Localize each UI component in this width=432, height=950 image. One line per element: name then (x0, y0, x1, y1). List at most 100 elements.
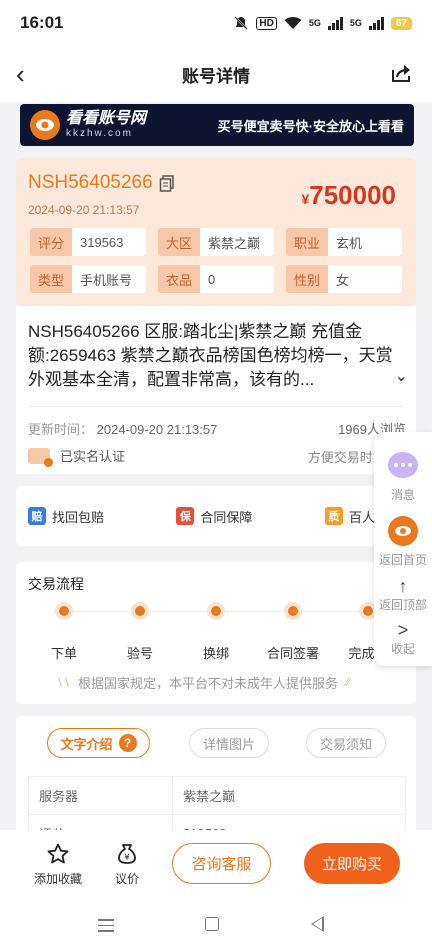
guarantee-item[interactable]: 赔 找回包赔 (28, 507, 176, 526)
svg-text:¥: ¥ (124, 853, 130, 863)
bargain-label: 议价 (114, 872, 139, 886)
tab-detail-images[interactable]: 详情图片 (189, 728, 269, 758)
account-id: NSH56405266 (28, 172, 175, 194)
realname-badge: 已实名认证 (28, 446, 126, 467)
float-label: 收起 (390, 642, 415, 656)
realname-label: 已实名认证 (60, 449, 126, 464)
attr-key: 性别 (286, 265, 328, 293)
share-icon[interactable] (390, 62, 412, 84)
id-card-icon (28, 447, 53, 467)
attr-tag: 职业 玄机 (286, 228, 402, 256)
attr-value: 319563 (80, 234, 124, 250)
home-logo-icon (388, 516, 418, 546)
float-home[interactable]: 返回首页 (374, 516, 432, 568)
brand-text: 看看账号网 kkzhw.com (66, 111, 146, 139)
signal-label-2: 5G (349, 18, 362, 28)
attr-tag: 性别女 (286, 265, 402, 293)
update-time-row: 更新时间： 2024-09-20 21:13:57 (28, 419, 217, 438)
help-icon[interactable]: ? (118, 734, 137, 752)
float-top[interactable]: ↑ 返回顶部 (374, 576, 432, 613)
chat-icon (388, 452, 418, 478)
copy-icon[interactable] (159, 174, 175, 192)
update-time: 2024-09-20 21:13:57 (96, 422, 218, 437)
signal-bars-icon (327, 16, 343, 30)
star-icon (47, 843, 69, 864)
tab-trade-notes[interactable]: 交易须知 (306, 728, 386, 758)
bargain-button[interactable]: ¥ 议价 (97, 842, 157, 887)
chevron-down-icon[interactable]: ⌄ (395, 366, 408, 386)
system-nav-bar (0, 906, 432, 950)
mute-icon (234, 16, 249, 30)
attr-value: 0 (208, 271, 216, 287)
tab-label: 交易须知 (319, 736, 372, 752)
brand-name: 看看账号网 (66, 110, 147, 127)
brand-logo-icon (30, 110, 60, 140)
price: ¥750000 (301, 180, 396, 211)
guarantee-label: 找回包赔 (52, 509, 105, 525)
notice-decoration-icon: ∕∕ (346, 676, 350, 689)
account-listed-time: 2024-09-20 21:13:57 (28, 203, 140, 217)
account-summary-card: NSH56405266 2024-09-20 21:13:57 ¥750000 … (16, 158, 416, 306)
banner-slogan: 买号便宜卖号快·安全放心上看看 (217, 118, 404, 134)
float-collapse[interactable]: > 收起 (374, 620, 432, 657)
attr-tag: 大区 紫禁之巅 (158, 228, 274, 256)
process-step: 合同签署 (253, 602, 333, 662)
tab-text-intro[interactable]: 文字介绍 ? (47, 728, 150, 758)
contract-icon: 保 (176, 507, 195, 525)
attr-value: 女 (336, 272, 350, 288)
back-icon[interactable]: ‹ (16, 60, 40, 88)
attr-key: 大区 (158, 228, 200, 256)
menu-icon[interactable] (98, 919, 114, 933)
float-label: 消息 (390, 488, 415, 502)
arrow-up-icon: ↑ (398, 576, 408, 596)
divider (28, 406, 404, 407)
guarantee-item[interactable]: 保 合同保障 (176, 507, 324, 526)
table-key: 服务器 (28, 776, 173, 815)
money-bag-icon: ¥ (118, 844, 136, 864)
battery-icon: 67 (390, 16, 412, 30)
trade-process-card: 交易流程 下单 验号 换绑 合同签署 完成交 ∖∖ 根据国家规定，本平台不对未成… (16, 562, 416, 704)
signal-bars-icon-2 (368, 16, 384, 30)
back-triangle-icon[interactable] (311, 916, 324, 932)
status-icons: HD 5G 5G 67 (233, 15, 412, 31)
process-step: 换绑 (176, 602, 256, 662)
signal-label-1: 5G (308, 18, 321, 28)
status-bar: 16:01 HD 5G 5G 67 (0, 0, 432, 46)
bottom-action-bar: 添加收藏 ¥ 议价 咨询客服 立即购买 (0, 830, 432, 906)
attr-tag: 类型 手机账号 (30, 265, 146, 293)
buy-now-button[interactable]: 立即购买 (304, 843, 400, 884)
step-dot-icon (207, 602, 225, 620)
update-label: 更新时间： (28, 422, 94, 437)
description-card: NSH56405266 区服:踏北尘|紫禁之巅 充值金额:2659463 紫禁之… (16, 306, 416, 474)
float-message[interactable]: 消息 (374, 452, 432, 503)
step-label: 验号 (126, 646, 153, 661)
tab-label: 详情图片 (202, 736, 255, 752)
price-value: 750000 (309, 180, 396, 210)
step-label: 下单 (50, 646, 77, 661)
process-title: 交易流程 (28, 576, 84, 592)
step-dot-icon (55, 602, 73, 620)
page-header: ‹ 账号详情 (0, 46, 432, 102)
home-icon[interactable] (205, 917, 219, 931)
table-row: 服务器 紫禁之巅 (28, 776, 406, 815)
consult-service-button[interactable]: 咨询客服 (172, 843, 271, 884)
step-dot-icon (131, 602, 149, 620)
chevron-right-icon: > (397, 620, 409, 640)
notice-text: 根据国家规定，本平台不对未成年人提供服务 (78, 676, 339, 691)
step-label: 换绑 (202, 646, 229, 661)
attr-value: 手机账号 (80, 272, 133, 288)
wifi-icon (284, 17, 302, 29)
step-label: 合同签署 (266, 646, 319, 661)
step-dot-icon (284, 602, 302, 620)
attr-tag: 衣品 0 (158, 265, 274, 293)
status-time: 16:01 (20, 13, 64, 32)
minor-notice: ∖∖ 根据国家规定，本平台不对未成年人提供服务 ∕∕ (56, 673, 350, 692)
notice-decoration-icon: ∖∖ (56, 677, 71, 689)
promo-banner[interactable]: 看看账号网 kkzhw.com 买号便宜卖号快·安全放心上看看 (20, 104, 414, 146)
account-description: NSH56405266 区服:踏北尘|紫禁之巅 充值金额:2659463 紫禁之… (28, 322, 393, 389)
account-detail-page: 16:01 HD 5G 5G 67 ‹ 账号详情 看看账号网 kkzhw.com (0, 0, 432, 950)
attr-tag: 评分 319563 (30, 228, 146, 256)
attr-key: 类型 (30, 265, 72, 293)
attr-key: 评分 (30, 228, 72, 256)
favorite-button[interactable]: 添加收藏 (28, 842, 88, 887)
